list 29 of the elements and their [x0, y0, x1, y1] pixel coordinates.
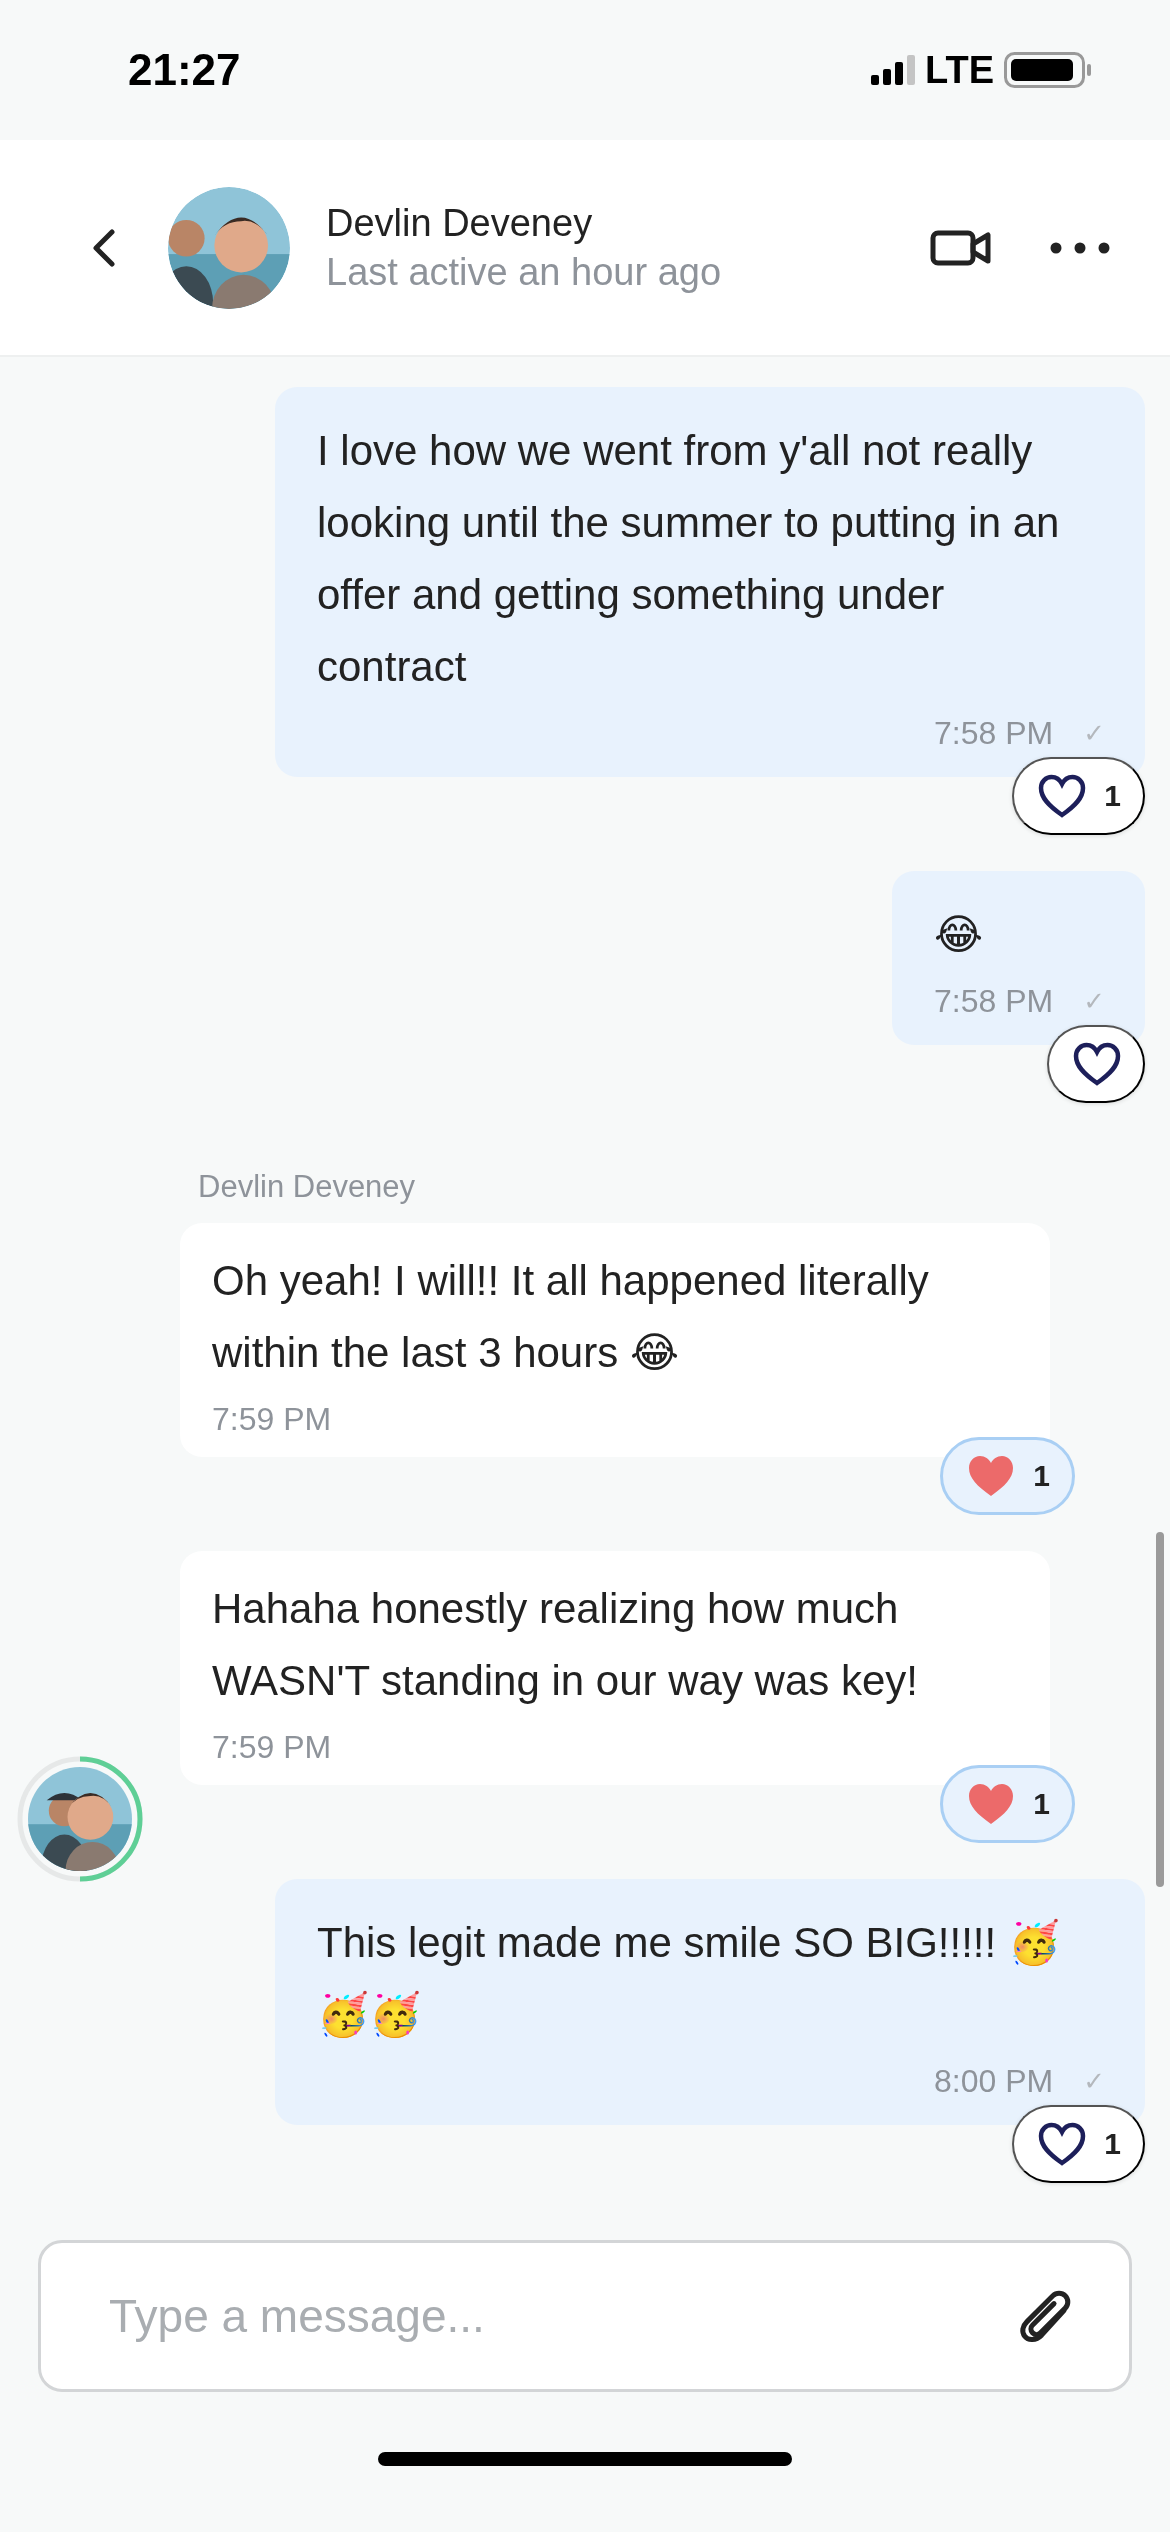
message-text: Hahaha honestly realizing how much WASN'T standing in our way was key!	[212, 1584, 919, 1706]
signal-icon	[871, 55, 916, 85]
read-check: ✓	[1083, 985, 1105, 1018]
reaction-button[interactable]	[1047, 1025, 1145, 1103]
message-text: This legit made me smile SO BIG!!!!! 🥳🥳🥳	[317, 1918, 1061, 2040]
read-check: ✓	[1083, 717, 1105, 750]
message-time: 8:00 PM	[934, 2062, 1054, 2101]
contact-name: Devlin Deveney	[326, 201, 594, 245]
message-time: 7:58 PM	[934, 714, 1054, 753]
message-time: 7:59 PM	[212, 1400, 332, 1439]
message-text: 😂	[934, 910, 985, 960]
last-active-status: Last active an hour ago	[326, 250, 723, 294]
read-check: ✓	[1083, 2065, 1105, 2098]
message-text: I love how we went from y'all not really looking until the summer to putting in an offer and getting something under contract	[317, 426, 1061, 692]
status-time: 21:27	[128, 45, 241, 95]
network-label: LTE	[925, 48, 994, 92]
attachment-icon[interactable]	[1018, 2289, 1072, 2343]
reaction-button[interactable]: 1	[1012, 2105, 1145, 2183]
message-field[interactable]: Type a message...	[38, 2240, 1132, 2392]
message-time: 7:59 PM	[212, 1728, 332, 1767]
reaction-button[interactable]: 1	[940, 1765, 1075, 1843]
battery-icon	[1004, 52, 1092, 88]
sender-name: Devlin Deveney	[198, 1169, 416, 1205]
reaction-button[interactable]: 1	[940, 1437, 1075, 1515]
reaction-button[interactable]: 1	[1012, 757, 1145, 835]
message-text: Oh yeah! I will!! It all happened literally within the last 3 hours 😂	[212, 1256, 930, 1378]
message-time: 7:58 PM	[934, 982, 1054, 1021]
more-options-icon[interactable]	[1050, 241, 1110, 254]
back-icon[interactable]	[90, 227, 118, 268]
